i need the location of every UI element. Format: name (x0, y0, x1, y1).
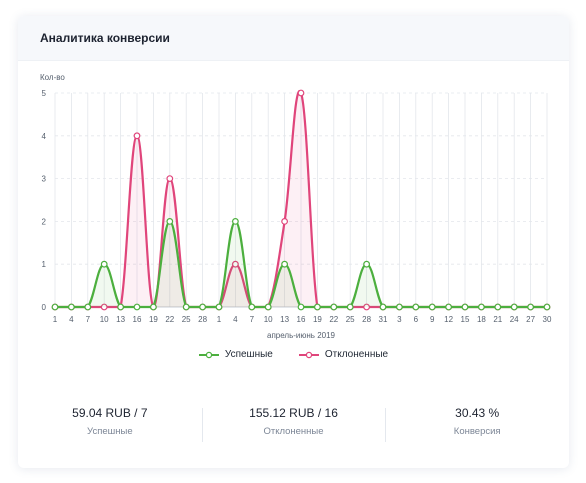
data-point-success (379, 303, 387, 311)
x-tick-label: 15 (461, 315, 470, 324)
data-point-rejected (133, 132, 141, 140)
x-tick-label: 21 (493, 315, 502, 324)
data-point-success (527, 303, 534, 311)
stat-success-value: 59.04 RUB / 7 (72, 406, 148, 420)
x-tick-label: 28 (198, 315, 207, 324)
data-point-success (264, 303, 272, 311)
legend-marker-success-icon (198, 351, 219, 358)
x-tick-label: 18 (477, 315, 486, 324)
x-tick-label: 22 (329, 315, 338, 324)
y-tick-label: 3 (42, 175, 47, 184)
data-point-success (231, 217, 239, 225)
x-tick-label: 19 (313, 315, 322, 324)
data-point-rejected (166, 175, 174, 183)
data-point-success (281, 260, 289, 268)
y-axis-title: Кол-во (40, 73, 65, 82)
stat-conversion: 30.43 % Конверсия (385, 406, 569, 446)
data-point-success (133, 303, 141, 311)
stat-success: 59.04 RUB / 7 Успешные (18, 406, 202, 446)
x-tick-label: 16 (133, 315, 142, 324)
x-tick-label: 9 (430, 315, 435, 324)
x-tick-label: 25 (182, 315, 191, 324)
y-tick-label: 5 (42, 89, 47, 98)
x-tick-label: 31 (379, 315, 388, 324)
y-tick-label: 0 (42, 303, 47, 312)
data-point-success (412, 303, 420, 311)
stat-conversion-value: 30.43 % (455, 406, 500, 420)
data-point-success (68, 303, 75, 311)
x-tick-label: 24 (510, 315, 519, 324)
data-point-success (543, 303, 551, 311)
x-tick-label: 7 (250, 315, 255, 324)
data-point-success (314, 303, 321, 311)
x-tick-label: 25 (346, 315, 355, 324)
legend-item-success[interactable]: Успешные (198, 349, 273, 360)
data-point-success (363, 260, 371, 268)
data-point-success (182, 303, 190, 311)
y-tick-label: 2 (42, 217, 47, 226)
data-point-success (478, 303, 485, 311)
conversion-analytics-card: Аналитика конверсии 0 1 2 3 4 5 1 4 7 10 13 16 19 22 2… (18, 16, 569, 468)
data-point-success (346, 303, 354, 311)
x-tick-label: 13 (116, 315, 125, 324)
data-point-success (84, 303, 92, 311)
conversion-chart: 0123451 4 7 10 13 16 19 22 25 28 1 4 7 10 13 16 19 22 25 28… (40, 73, 552, 340)
legend-label-success: Успешные (224, 349, 273, 360)
data-point-rejected (297, 89, 305, 97)
stat-conversion-label: Конверсия (453, 426, 501, 437)
stat-success-label: Успешные (87, 426, 133, 437)
stat-rejected-value: 155.12 RUB / 16 (249, 406, 338, 420)
x-tick-label: 19 (149, 315, 158, 324)
stat-rejected-label: Отклоненные (263, 426, 324, 437)
data-point-success (149, 303, 157, 311)
data-point-success (117, 303, 124, 311)
data-point-success (330, 303, 338, 311)
x-tick-label: 6 (414, 315, 419, 324)
legend-item-rejected[interactable]: Отклоненные (298, 349, 389, 360)
x-tick-label: 4 (69, 315, 74, 324)
stat-rejected: 155.12 RUB / 16 Отклоненные (201, 406, 386, 446)
data-point-success (510, 303, 518, 311)
data-point-success (428, 303, 436, 311)
x-axis-title: апрель-июнь 2019 (267, 331, 336, 340)
y-tick-label: 1 (42, 260, 47, 269)
data-point-success (461, 303, 469, 311)
chart-legend: Успешные Отклоненные (18, 349, 569, 360)
x-tick-label: 10 (264, 315, 273, 324)
data-point-success (297, 303, 305, 311)
data-point-success (51, 303, 59, 311)
legend-label-rejected: Отклоненные (324, 349, 389, 360)
y-tick-label: 4 (42, 132, 47, 141)
stats-row: 59.04 RUB / 7 Успешные 155.12 RUB / 16 О… (18, 406, 569, 446)
x-tick-label: 30 (543, 315, 552, 324)
data-point-success (100, 260, 108, 268)
x-tick-label: 13 (280, 315, 289, 324)
x-tick-label: 12 (444, 315, 453, 324)
data-point-success (199, 303, 207, 311)
data-point-success (166, 217, 174, 225)
x-tick-label: 16 (297, 315, 306, 324)
data-point-success (215, 303, 223, 311)
x-tick-label: 7 (86, 315, 91, 324)
x-tick-label: 10 (100, 315, 109, 324)
data-point-success (445, 303, 453, 311)
legend-marker-rejected-icon (298, 351, 319, 358)
x-tick-label: 22 (165, 315, 174, 324)
x-tick-label: 1 (53, 315, 58, 324)
x-tick-label: 27 (526, 315, 535, 324)
x-tick-label: 1 (217, 315, 222, 324)
data-point-success (396, 303, 403, 311)
x-tick-label: 3 (397, 315, 402, 324)
x-tick-label: 4 (233, 315, 238, 324)
data-point-success (248, 303, 256, 311)
x-tick-label: 28 (362, 315, 371, 324)
data-point-rejected (281, 217, 289, 225)
data-point-success (494, 303, 502, 311)
